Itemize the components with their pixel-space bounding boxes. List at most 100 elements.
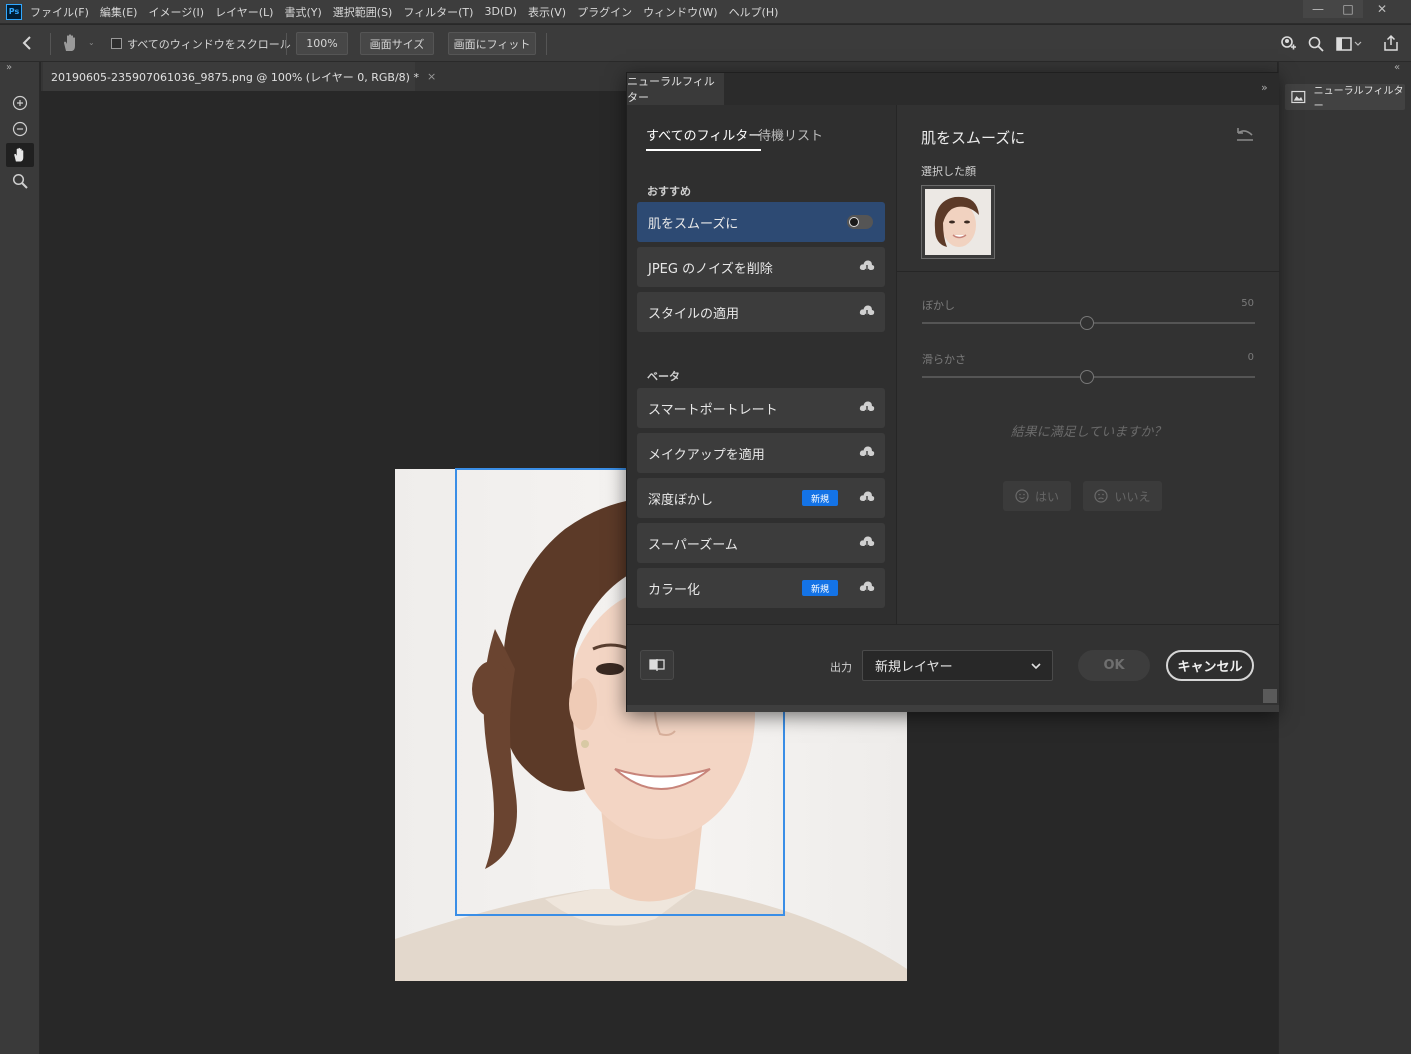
cloud-download-icon[interactable] xyxy=(859,259,875,277)
hand-tool-icon[interactable] xyxy=(6,143,34,167)
workspace-icon[interactable] xyxy=(1336,36,1362,56)
filter-smart-portrait[interactable]: スマートポートレート xyxy=(637,388,885,428)
smoothness-slider-value: 0 xyxy=(1247,352,1254,363)
tab-waitlist[interactable]: 待機リスト xyxy=(758,125,823,144)
separator xyxy=(286,33,287,55)
filter-label: JPEG のノイズを削除 xyxy=(648,261,773,277)
blur-slider-value: 50 xyxy=(1241,298,1254,309)
before-after-icon xyxy=(649,659,665,671)
chevron-down-icon[interactable]: ⌄ xyxy=(88,38,95,47)
menu-select[interactable]: 選択範囲(S) xyxy=(333,4,393,20)
tab-all-filters-label: すべてのフィルター xyxy=(646,129,762,144)
expand-toolbar-icon[interactable]: » xyxy=(6,62,12,73)
new-badge: 新規 xyxy=(802,490,838,506)
search-icon[interactable] xyxy=(1307,35,1325,57)
cloud-download-icon[interactable] xyxy=(859,400,875,418)
frown-icon xyxy=(1094,489,1109,503)
back-icon[interactable] xyxy=(20,35,36,55)
output-select[interactable]: 新規レイヤー xyxy=(862,650,1053,681)
filter-settings-panel: 肌をスムーズに 選択した顔 ぼかし 50 滑らかさ 0 結果に満足していますか？ xyxy=(896,105,1280,624)
chevron-down-icon xyxy=(1030,660,1042,675)
tab-all-filters[interactable]: すべてのフィルター xyxy=(646,125,762,151)
smile-icon xyxy=(1015,489,1029,503)
menu-type[interactable]: 書式(Y) xyxy=(284,4,321,20)
zoom-tool-icon[interactable] xyxy=(6,169,34,193)
menu-window[interactable]: ウィンドウ(W) xyxy=(643,4,717,20)
scroll-all-checkbox[interactable] xyxy=(111,38,122,49)
cancel-button[interactable]: キャンセル xyxy=(1166,650,1254,681)
filter-makeup-transfer[interactable]: メイクアップを適用 xyxy=(637,433,885,473)
blur-slider-handle[interactable] xyxy=(1080,316,1094,330)
close-button[interactable]: ✕ xyxy=(1367,0,1397,18)
filter-label: カラー化 xyxy=(648,582,701,598)
filter-skin-smoothing[interactable]: 肌をスムーズに xyxy=(637,202,885,242)
ok-button[interactable]: OK xyxy=(1078,650,1150,681)
face-thumbnail[interactable] xyxy=(921,185,995,259)
preview-toggle-button[interactable] xyxy=(640,650,674,680)
share-icon[interactable] xyxy=(1382,34,1400,56)
tool-bar: » xyxy=(0,62,40,1054)
separator xyxy=(546,33,547,55)
menu-layer[interactable]: レイヤー(L) xyxy=(215,4,273,20)
photoshop-logo: Ps xyxy=(6,3,22,20)
neural-filters-panel-label: ニューラルフィルター xyxy=(1313,86,1404,112)
zoom-in-icon[interactable] xyxy=(6,91,34,115)
menu-file[interactable]: ファイル(F) xyxy=(30,4,89,20)
share-user-icon[interactable] xyxy=(1279,35,1297,57)
blur-slider-label: ぼかし xyxy=(922,299,955,312)
hand-tool-icon[interactable] xyxy=(60,33,82,57)
recommended-section-label: おすすめ xyxy=(647,185,691,198)
smoothness-slider-handle[interactable] xyxy=(1080,370,1094,384)
collapse-dialog-icon[interactable]: » xyxy=(1261,81,1268,94)
filter-super-zoom[interactable]: スーパーズーム xyxy=(637,523,885,563)
filter-label: 深度ぼかし xyxy=(648,492,714,508)
document-tab[interactable]: 20190605-235907061036_9875.png @ 100% (レ… xyxy=(43,62,436,91)
menu-filter[interactable]: フィルター(T) xyxy=(403,4,473,20)
zoom-out-icon[interactable] xyxy=(6,117,34,141)
menu-help[interactable]: ヘルプ(H) xyxy=(729,4,779,20)
cloud-download-icon[interactable] xyxy=(859,490,875,508)
menu-view[interactable]: 表示(V) xyxy=(528,4,566,20)
close-tab-icon[interactable]: × xyxy=(427,70,436,83)
zoom-field[interactable]: 100% xyxy=(296,32,348,55)
cloud-download-icon[interactable] xyxy=(859,580,875,598)
feedback-no-button[interactable]: いいえ xyxy=(1083,481,1162,511)
skin-smoothing-toggle[interactable] xyxy=(847,215,873,229)
cloud-download-icon[interactable] xyxy=(859,445,875,463)
output-label: 出力 xyxy=(830,661,852,674)
filter-title: 肌をスムーズに xyxy=(921,129,1026,147)
menu-3d[interactable]: 3D(D) xyxy=(484,5,517,18)
filter-style-transfer[interactable]: スタイルの適用 xyxy=(637,292,885,332)
cloud-download-icon[interactable] xyxy=(859,304,875,322)
filter-label: スタイルの適用 xyxy=(648,306,740,322)
filter-depth-blur[interactable]: 深度ぼかし 新規 xyxy=(637,478,885,518)
filter-colorize[interactable]: カラー化 新規 xyxy=(637,568,885,608)
resize-grip[interactable] xyxy=(1263,689,1277,703)
dialog-scrollbar[interactable] xyxy=(627,705,1279,712)
divider xyxy=(897,271,1280,272)
dialog-tab[interactable]: ニューラルフィルター xyxy=(627,73,724,105)
beta-section-label: ベータ xyxy=(647,370,680,383)
smoothness-slider-label: 滑らかさ xyxy=(922,353,966,366)
scroll-all-label: すべてのウィンドウをスクロール xyxy=(127,38,291,51)
right-panel: « ニューラルフィルター xyxy=(1278,62,1411,1054)
filter-jpeg-noise-removal[interactable]: JPEG のノイズを削除 xyxy=(637,247,885,287)
filter-label: 肌をスムーズに xyxy=(648,216,739,232)
filter-label: メイクアップを適用 xyxy=(648,447,765,463)
reset-icon[interactable] xyxy=(1235,127,1255,147)
expand-panel-icon[interactable]: « xyxy=(1394,62,1400,73)
cloud-download-icon[interactable] xyxy=(859,535,875,553)
feedback-yes-button[interactable]: はい xyxy=(1003,481,1071,511)
menu-edit[interactable]: 編集(E) xyxy=(100,4,138,20)
maximize-button[interactable]: □ xyxy=(1333,0,1363,18)
image-icon xyxy=(1291,90,1306,104)
screen-size-button[interactable]: 画面サイズ xyxy=(360,32,434,55)
fit-screen-button[interactable]: 画面にフィット xyxy=(448,32,536,55)
minimize-button[interactable]: — xyxy=(1303,0,1333,18)
options-bar: ⌄ すべてのウィンドウをスクロール 100% 画面サイズ 画面にフィット xyxy=(0,25,1411,62)
neural-filters-panel-button[interactable]: ニューラルフィルター xyxy=(1285,84,1405,112)
menu-image[interactable]: イメージ(I) xyxy=(148,4,204,20)
filter-label: スマートポートレート xyxy=(648,402,778,418)
menu-plugins[interactable]: プラグイン xyxy=(577,4,632,20)
neural-filters-dialog: ニューラルフィルター » すべてのフィルター 待機リスト おすすめ 肌をスムーズ… xyxy=(626,72,1280,712)
